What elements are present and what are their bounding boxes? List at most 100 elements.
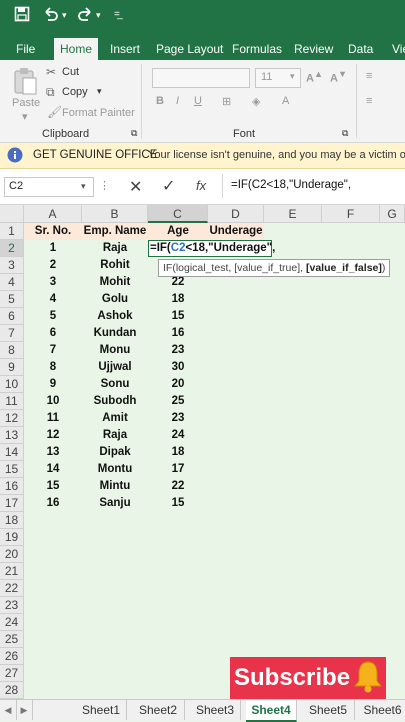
italic-icon[interactable]: I <box>176 95 179 107</box>
row-header[interactable]: 16 <box>0 478 24 495</box>
row-header[interactable]: 19 <box>0 529 24 546</box>
tab-formulas[interactable]: Formulas <box>226 38 288 60</box>
cell-emp-name[interactable]: Sonu <box>82 376 148 393</box>
tab-view[interactable]: View <box>386 38 405 60</box>
scroll-tabs-left-icon[interactable]: ◀ <box>0 700 17 720</box>
tab-home[interactable]: Home <box>54 38 99 60</box>
formula-input[interactable]: =IF(C2<18,"Underage", <box>222 174 405 198</box>
cell-sr-no[interactable]: 3 <box>24 274 82 291</box>
cell-age[interactable]: 18 <box>148 444 208 461</box>
column-header-b[interactable]: B <box>82 205 148 223</box>
cell-sr-no[interactable]: 5 <box>24 308 82 325</box>
redo-icon[interactable] <box>76 6 94 26</box>
cell-emp-name[interactable]: Ujjwal <box>82 359 148 376</box>
borders-icon[interactable]: ⊞ <box>222 95 231 108</box>
tab-insert[interactable]: Insert <box>104 38 146 60</box>
row-header[interactable]: 14 <box>0 444 24 461</box>
spreadsheet-grid[interactable]: A B C D E F G 1 2 3 4 5 6 7 8 9 10 11 12 13 14 15 16 17 1… <box>0 205 405 699</box>
format-painter-icon[interactable]: 🖌 <box>47 105 62 119</box>
cell-emp-name[interactable]: Mohit <box>82 274 148 291</box>
tab-review[interactable]: Review <box>288 38 339 60</box>
cell-age[interactable]: 15 <box>148 495 208 512</box>
row-header[interactable]: 10 <box>0 376 24 393</box>
cell-sr-no[interactable]: 9 <box>24 376 82 393</box>
cell-age[interactable]: 23 <box>148 410 208 427</box>
cell-emp-name[interactable]: Monu <box>82 342 148 359</box>
paste-label[interactable]: Paste <box>12 97 40 109</box>
scroll-tabs-right-icon[interactable]: ▶ <box>16 700 33 720</box>
font-size-box[interactable]: 11 ▾ <box>255 68 301 88</box>
copy-dropdown-icon[interactable]: ▾ <box>97 86 102 97</box>
cell-emp-name[interactable]: Montu <box>82 461 148 478</box>
tab-file[interactable]: File <box>10 38 41 60</box>
row-header[interactable]: 20 <box>0 546 24 563</box>
cell-emp-name[interactable]: Golu <box>82 291 148 308</box>
cell-sr-no[interactable]: 6 <box>24 325 82 342</box>
row-header[interactable]: 11 <box>0 393 24 410</box>
cell-age[interactable]: 22 <box>148 478 208 495</box>
row-header[interactable]: 1 <box>0 223 24 240</box>
align-left-icon[interactable]: ≡ <box>366 95 372 107</box>
header-emp-name[interactable]: Emp. Name <box>82 223 148 240</box>
format-painter-button[interactable]: Format Painter <box>62 107 135 119</box>
row-header[interactable]: 4 <box>0 274 24 291</box>
cut-button[interactable]: Cut <box>62 66 79 78</box>
column-header-a[interactable]: A <box>24 205 82 223</box>
column-header-f[interactable]: F <box>322 205 380 223</box>
select-all-corner[interactable] <box>0 205 24 223</box>
cut-icon[interactable]: ✂ <box>46 65 56 79</box>
name-box[interactable]: C2 ▾ <box>4 177 94 197</box>
align-top-icon[interactable]: ≡ <box>366 70 372 82</box>
header-sr-no[interactable]: Sr. No. <box>24 223 82 240</box>
row-header[interactable]: 9 <box>0 359 24 376</box>
cell-emp-name[interactable]: Kundan <box>82 325 148 342</box>
cell-sr-no[interactable]: 13 <box>24 444 82 461</box>
row-header[interactable]: 21 <box>0 563 24 580</box>
cell-emp-name[interactable]: Ashok <box>82 308 148 325</box>
tab-data[interactable]: Data <box>342 38 379 60</box>
row-header[interactable]: 12 <box>0 410 24 427</box>
undo-dropdown-icon[interactable]: ▾ <box>62 10 67 21</box>
row-header[interactable]: 26 <box>0 648 24 665</box>
cell-age[interactable]: 30 <box>148 359 208 376</box>
column-header-g[interactable]: G <box>380 205 405 223</box>
cell-sr-no[interactable]: 7 <box>24 342 82 359</box>
row-header[interactable]: 6 <box>0 308 24 325</box>
sheet-tab-sheet3[interactable]: Sheet3 <box>190 700 241 720</box>
cell-sr-no[interactable]: 8 <box>24 359 82 376</box>
cell-emp-name[interactable]: Sanju <box>82 495 148 512</box>
font-launcher-icon[interactable]: ⧉ <box>342 128 348 139</box>
row-header[interactable]: 28 <box>0 682 24 699</box>
row-header[interactable]: 8 <box>0 342 24 359</box>
paste-icon[interactable] <box>12 66 38 101</box>
sheet-tab-sheet2[interactable]: Sheet2 <box>132 700 185 720</box>
cell-age[interactable]: 20 <box>148 376 208 393</box>
copy-icon[interactable]: ⧉ <box>46 85 55 100</box>
column-header-d[interactable]: D <box>208 205 264 223</box>
font-color-icon[interactable]: A <box>282 95 289 107</box>
row-header[interactable]: 24 <box>0 614 24 631</box>
copy-button[interactable]: Copy <box>62 86 88 98</box>
cancel-icon[interactable]: ✕ <box>129 177 142 197</box>
cell-sr-no[interactable]: 11 <box>24 410 82 427</box>
cell-age[interactable]: 16 <box>148 325 208 342</box>
row-header[interactable]: 2 <box>0 240 24 257</box>
cell-emp-name[interactable]: Mintu <box>82 478 148 495</box>
insert-function-icon[interactable]: fx <box>196 178 206 193</box>
cell-age[interactable]: 23 <box>148 342 208 359</box>
cell-emp-name[interactable]: Rohit <box>82 257 148 274</box>
column-header-c[interactable]: C <box>148 205 208 223</box>
shrink-font-icon[interactable]: A▼ <box>330 69 347 85</box>
cell-emp-name[interactable]: Amit <box>82 410 148 427</box>
enter-icon[interactable]: ✓ <box>162 176 175 196</box>
sheet-tab-sheet4[interactable]: Sheet4 <box>246 700 297 722</box>
cell-sr-no[interactable]: 1 <box>24 240 82 257</box>
cell-sr-no[interactable]: 10 <box>24 393 82 410</box>
cell-age[interactable]: 17 <box>148 461 208 478</box>
active-cell-editor[interactable]: =IF(C2<18,"Underage", <box>148 240 275 257</box>
tab-page-layout[interactable]: Page Layout <box>150 38 229 60</box>
row-header[interactable]: 5 <box>0 291 24 308</box>
cell-age[interactable]: 24 <box>148 427 208 444</box>
row-header[interactable]: 22 <box>0 580 24 597</box>
header-age[interactable]: Age <box>148 223 208 240</box>
